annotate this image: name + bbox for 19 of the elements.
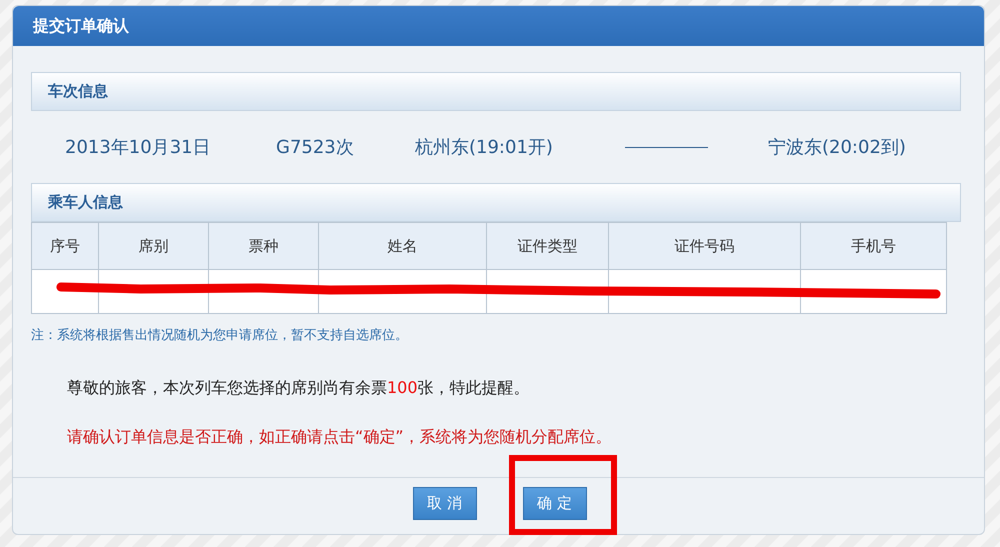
column-header: 序号 [32,222,98,270]
train-date: 2013年10月31日 [65,136,212,159]
column-header: 证件类型 [486,222,608,270]
warning-text: 请确认订单信息是否正确，如正确请点击“确定”，系统将为您随机分配席位。 [67,427,613,448]
dialog-button[interactable]: 取 消 [412,487,476,520]
arrival-station: 宁波东(20:02到) [768,136,906,159]
section-title: 乘车人信息 [48,193,123,212]
dialog-button[interactable]: 确 定 [522,487,586,520]
reminder-text: 尊敬的旅客，本次列车您选择的席别尚有余票100张，特此提醒。 [67,378,531,399]
section-title: 车次信息 [48,82,108,101]
note-text: 注：系统将根据售出情况随机为您申请席位，暂不支持自选席位。 [31,327,409,344]
column-header: 席别 [98,222,208,270]
dialog-title: 提交订单确认 [33,16,129,36]
column-header: 手机号 [800,222,946,270]
train-number: G7523次 [276,136,355,159]
departure-station: 杭州东(19:01开) [415,136,554,159]
column-header: 票种 [208,222,318,270]
column-header: 姓名 [318,222,486,270]
column-header: 证件号码 [608,222,800,270]
